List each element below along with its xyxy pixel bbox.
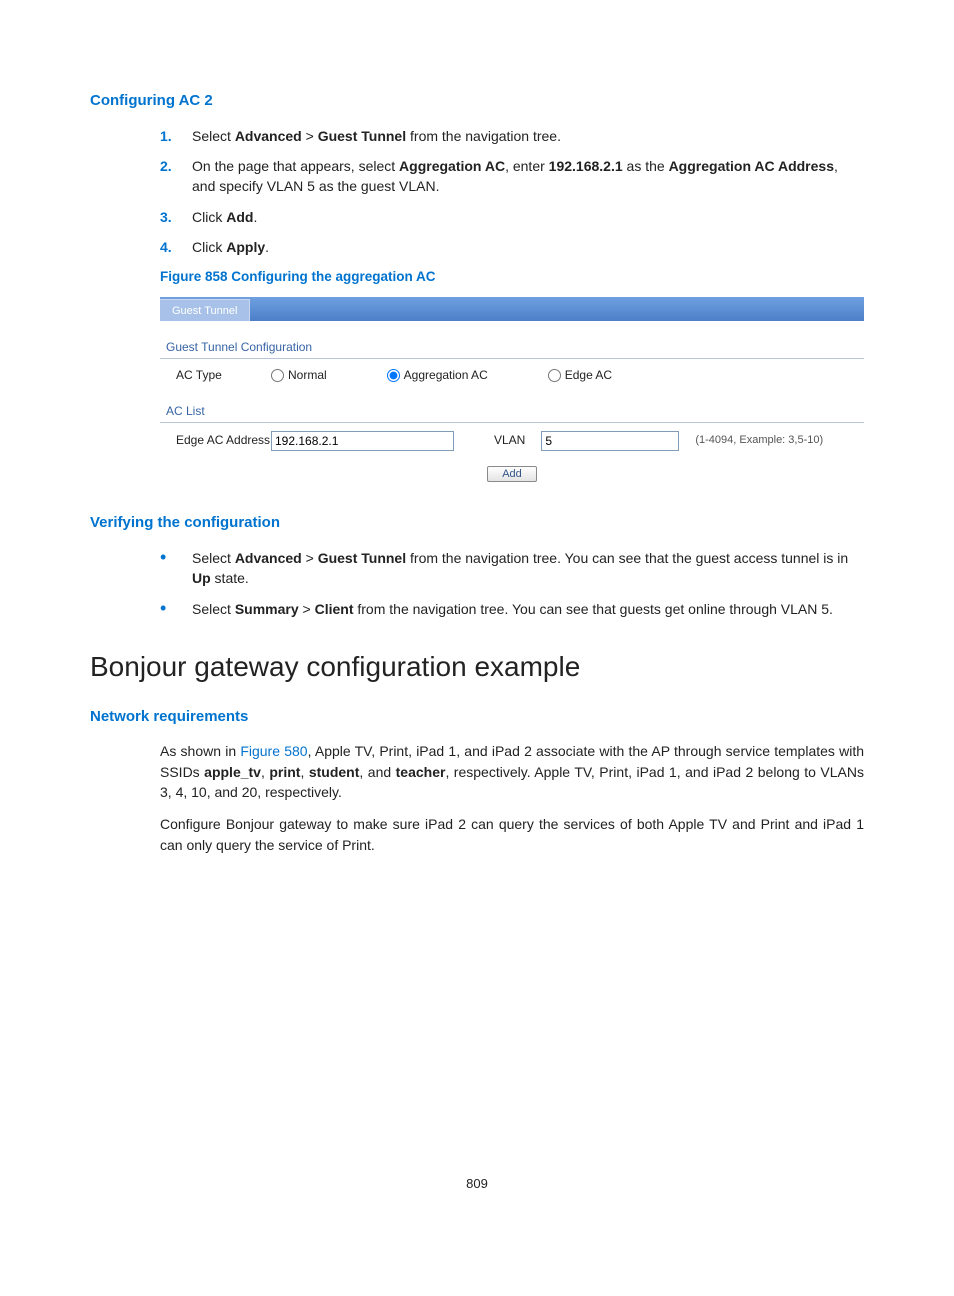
bullet-body: Select Advanced > Guest Tunnel from the … [192, 548, 864, 589]
row-ac-type: AC Type Normal Aggregation AC Edge AC [160, 367, 864, 384]
text: Select [192, 550, 235, 566]
ordered-steps: 1. Select Advanced > Guest Tunnel from t… [90, 126, 864, 257]
hint-vlan-range: (1-4094, Example: 3,5-10) [695, 433, 823, 449]
text: Select [192, 601, 235, 617]
divider [160, 422, 864, 423]
text: . [253, 209, 257, 225]
step-1: 1. Select Advanced > Guest Tunnel from t… [160, 126, 864, 146]
text: , enter [505, 158, 549, 174]
radio-edge-ac[interactable]: Edge AC [548, 367, 612, 384]
text: from the navigation tree. You can see th… [353, 601, 832, 617]
bold-ip: 192.168.2.1 [549, 158, 623, 174]
section-heading-network-req: Network requirements [90, 706, 864, 728]
panel-title-ac-list: AC List [166, 403, 864, 420]
step-number: 1. [160, 126, 192, 146]
radio-edge-input[interactable] [548, 369, 561, 382]
bold-guest-tunnel: Guest Tunnel [318, 128, 406, 144]
bold-agg-ac-address: Aggregation AC Address [669, 158, 834, 174]
label-edge-ac-address: Edge AC Address [176, 432, 271, 449]
text: from the navigation tree. You can see th… [406, 550, 848, 566]
figure-caption: Figure 858 Configuring the aggregation A… [160, 267, 864, 287]
bullet-body: Select Summary > Client from the navigat… [192, 599, 864, 619]
figure-link[interactable]: Figure 580 [240, 743, 307, 759]
step-body: Click Apply. [192, 237, 864, 257]
text: > [302, 550, 318, 566]
panel-title-config: Guest Tunnel Configuration [166, 339, 864, 356]
step-number: 4. [160, 237, 192, 257]
bold-apply: Apply [226, 239, 265, 255]
tab-bar: Guest Tunnel [160, 297, 864, 321]
section-heading-verifying: Verifying the configuration [90, 512, 864, 534]
step-number: 3. [160, 207, 192, 227]
bold-add: Add [226, 209, 253, 225]
bold-apple-tv: apple_tv [204, 764, 261, 780]
input-vlan[interactable] [541, 431, 679, 451]
radio-aggregation-ac[interactable]: Aggregation AC [387, 367, 488, 384]
bold-student: student [309, 764, 360, 780]
radio-normal-label: Normal [288, 367, 327, 384]
bullet-2: • Select Summary > Client from the navig… [160, 599, 864, 619]
bold-advanced: Advanced [235, 128, 302, 144]
step-body: Click Add. [192, 207, 864, 227]
text: Click [192, 239, 226, 255]
bold-aggregation-ac: Aggregation AC [399, 158, 505, 174]
step-body: Select Advanced > Guest Tunnel from the … [192, 126, 864, 146]
bold-advanced: Advanced [235, 550, 302, 566]
add-button-row: Add [160, 465, 864, 482]
bold-up: Up [192, 570, 211, 586]
text: Click [192, 209, 226, 225]
paragraph-2: Configure Bonjour gateway to make sure i… [160, 814, 864, 855]
row-edge-ac: Edge AC Address VLAN (1-4094, Example: 3… [160, 431, 864, 451]
divider [160, 358, 864, 359]
radio-aggregation-label: Aggregation AC [404, 367, 488, 384]
text: > [299, 601, 315, 617]
radio-normal[interactable]: Normal [271, 367, 327, 384]
tab-guest-tunnel[interactable]: Guest Tunnel [160, 299, 250, 321]
bullet-icon: • [160, 599, 192, 619]
page-number: 809 [90, 1175, 864, 1194]
text: as the [623, 158, 669, 174]
bullet-1: • Select Advanced > Guest Tunnel from th… [160, 548, 864, 589]
text: , and [359, 764, 395, 780]
embedded-screenshot: Guest Tunnel Guest Tunnel Configuration … [160, 297, 864, 483]
add-button[interactable]: Add [487, 466, 537, 482]
text: > [302, 128, 318, 144]
step-4: 4. Click Apply. [160, 237, 864, 257]
label-ac-type: AC Type [176, 367, 271, 384]
radio-normal-input[interactable] [271, 369, 284, 382]
radio-group-ac-type: Normal Aggregation AC Edge AC [271, 367, 612, 384]
text: As shown in [160, 743, 240, 759]
input-edge-ac-address[interactable] [271, 431, 454, 451]
radio-edge-label: Edge AC [565, 367, 612, 384]
step-body: On the page that appears, select Aggrega… [192, 156, 864, 197]
bullet-icon: • [160, 548, 192, 589]
text: state. [211, 570, 249, 586]
step-3: 3. Click Add. [160, 207, 864, 227]
bold-guest-tunnel: Guest Tunnel [318, 550, 406, 566]
step-2: 2. On the page that appears, select Aggr… [160, 156, 864, 197]
bullet-list-verify: • Select Advanced > Guest Tunnel from th… [90, 548, 864, 619]
text: . [265, 239, 269, 255]
radio-aggregation-input[interactable] [387, 369, 400, 382]
heading-bonjour-example: Bonjour gateway configuration example [90, 647, 864, 688]
step-number: 2. [160, 156, 192, 197]
bold-client: Client [315, 601, 354, 617]
label-vlan: VLAN [494, 432, 525, 449]
text: Select [192, 128, 235, 144]
text: , [300, 764, 308, 780]
bold-teacher: teacher [396, 764, 446, 780]
text: from the navigation tree. [406, 128, 561, 144]
paragraph-1: As shown in Figure 580, Apple TV, Print,… [160, 741, 864, 802]
section-heading-configuring-ac2: Configuring AC 2 [90, 90, 864, 112]
bold-summary: Summary [235, 601, 299, 617]
bold-print: print [269, 764, 300, 780]
text: On the page that appears, select [192, 158, 399, 174]
